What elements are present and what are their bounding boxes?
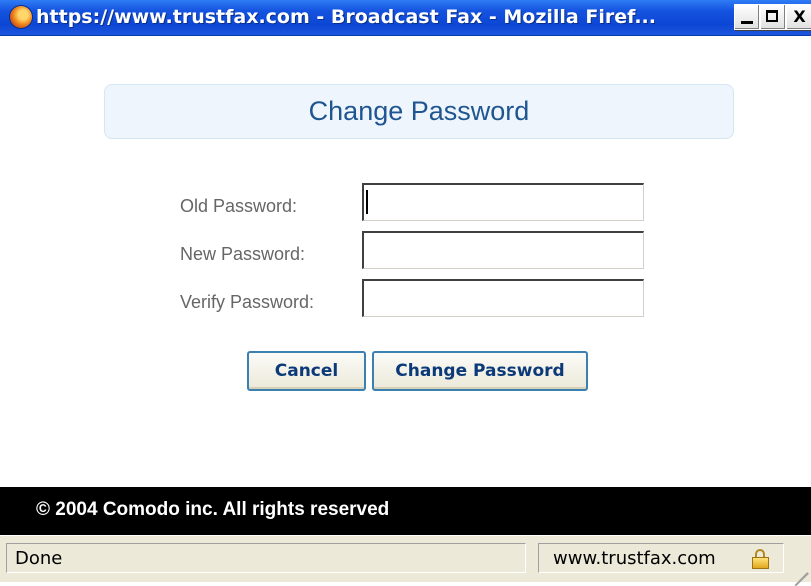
new-password-field[interactable] xyxy=(362,231,644,269)
status-bar: Done www.trustfax.com xyxy=(0,535,811,586)
window-title: https://www.trustfax.com - Broadcast Fax… xyxy=(36,6,656,28)
change-password-button[interactable]: Change Password xyxy=(372,351,588,391)
minimize-button[interactable] xyxy=(734,4,760,30)
status-text: Done xyxy=(15,548,63,569)
minimize-icon xyxy=(741,21,753,24)
lock-body xyxy=(752,557,769,569)
verify-password-label: Verify Password: xyxy=(180,292,315,312)
resize-grip-icon[interactable] xyxy=(790,558,809,586)
firefox-icon xyxy=(10,6,32,28)
cancel-button[interactable]: Cancel xyxy=(247,351,366,391)
heading-panel: Change Password xyxy=(104,84,734,139)
close-button[interactable]: X xyxy=(786,4,811,30)
page-content: Change Password Old Password: New Passwo… xyxy=(0,36,811,489)
lock-icon[interactable] xyxy=(751,549,771,569)
text-caret xyxy=(366,190,368,214)
close-icon: X xyxy=(793,7,806,26)
verify-password-field[interactable] xyxy=(362,279,644,317)
page-footer: © 2004 Comodo inc. All rights reserved xyxy=(0,487,811,535)
page-title: Change Password xyxy=(308,96,530,126)
maximize-button[interactable] xyxy=(760,4,786,30)
grip-line xyxy=(794,572,809,586)
copyright-text: © 2004 Comodo inc. All rights reserved xyxy=(36,499,390,520)
window-titlebar[interactable]: https://www.trustfax.com - Broadcast Fax… xyxy=(0,0,811,36)
status-panel: Done xyxy=(6,543,526,573)
old-password-label: Old Password: xyxy=(180,196,298,216)
maximize-icon xyxy=(766,10,778,22)
old-password-field[interactable] xyxy=(362,183,644,221)
new-password-label: New Password: xyxy=(180,244,306,264)
site-domain: www.trustfax.com xyxy=(553,548,716,569)
security-panel[interactable]: www.trustfax.com xyxy=(538,543,784,573)
